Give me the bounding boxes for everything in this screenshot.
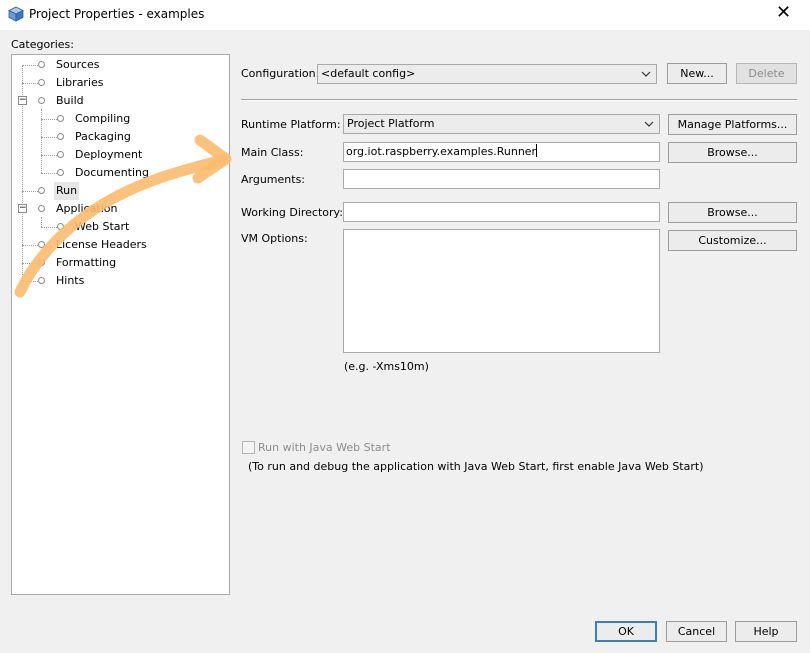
working-directory-label: Working Directory:: [241, 206, 343, 219]
text-caret: [536, 144, 538, 157]
configuration-value: <default config>: [321, 67, 416, 80]
tree-item-label: Documenting: [75, 166, 149, 179]
tree-item-label: Formatting: [56, 256, 117, 269]
tree-item-label: Run: [54, 182, 80, 200]
web-start-note: (To run and debug the application with J…: [248, 460, 704, 473]
tree-connector: [22, 65, 38, 66]
vm-options-label: VM Options:: [241, 232, 308, 245]
node-icon: [38, 187, 45, 194]
node-icon: [57, 223, 64, 230]
chevron-down-icon: [641, 71, 651, 77]
configuration-label: Configuration:: [241, 67, 320, 80]
tree-item-label: Application: [56, 202, 118, 215]
window-title: Project Properties - examples: [29, 7, 205, 21]
node-icon: [57, 133, 64, 140]
node-icon: [57, 169, 64, 176]
tree-item-label: Web Start: [75, 220, 130, 233]
tree-connector: [41, 137, 57, 138]
node-icon: [38, 241, 45, 248]
project-cube-icon: [8, 6, 24, 22]
working-directory-input[interactable]: [343, 202, 660, 222]
main-class-label: Main Class:: [241, 146, 304, 159]
help-button[interactable]: Help: [735, 621, 797, 642]
tree-connector: [22, 191, 38, 192]
main-class-input[interactable]: org.iot.raspberry.examples.Runner: [343, 142, 660, 162]
customize-vm-options-button[interactable]: Customize...: [668, 230, 797, 251]
collapse-icon[interactable]: −: [18, 204, 27, 213]
ok-button[interactable]: OK: [595, 621, 657, 642]
delete-config-button[interactable]: Delete: [736, 63, 797, 84]
browse-working-directory-button[interactable]: Browse...: [668, 202, 797, 223]
tree-item-label: Libraries: [56, 76, 104, 89]
tree-item-label: Build: [56, 94, 84, 107]
tree-connector: [41, 227, 57, 228]
collapse-icon[interactable]: −: [18, 96, 27, 105]
browse-main-class-button[interactable]: Browse...: [668, 142, 797, 163]
node-icon: [57, 115, 64, 122]
arguments-label: Arguments:: [241, 173, 306, 186]
tree-connector: [41, 119, 57, 120]
manage-platforms-button[interactable]: Manage Platforms...: [668, 114, 797, 135]
node-icon: [38, 259, 45, 266]
categories-label: Categories:: [11, 38, 74, 51]
tree-item-label: Packaging: [75, 130, 131, 143]
tree-connector: [22, 245, 38, 246]
tree-connector: [41, 217, 42, 227]
new-config-button[interactable]: New...: [667, 63, 727, 84]
runtime-platform-select[interactable]: Project Platform: [343, 114, 660, 134]
node-icon: [38, 205, 45, 212]
vm-options-textarea[interactable]: [343, 229, 660, 353]
node-icon: [38, 61, 45, 68]
node-icon: [57, 151, 64, 158]
tree-connector: [22, 281, 38, 282]
run-with-web-start-checkbox[interactable]: [242, 441, 255, 454]
tree-item-label: Sources: [56, 58, 100, 71]
tree-item-label: Deployment: [75, 148, 143, 161]
tree-item-label: License Headers: [56, 238, 147, 251]
main-class-value: org.iot.raspberry.examples.Runner: [346, 145, 537, 158]
cancel-button[interactable]: Cancel: [666, 621, 727, 642]
tree-item-label: Hints: [56, 274, 85, 287]
vm-options-hint: (e.g. -Xms10m): [344, 360, 429, 373]
separator: [241, 99, 797, 101]
configuration-select[interactable]: <default config>: [317, 64, 657, 84]
tree-connector: [22, 263, 38, 264]
categories-tree[interactable]: Sources Libraries − Build Compiling Pack…: [11, 54, 230, 595]
close-icon[interactable]: ✕: [776, 3, 791, 23]
node-icon: [38, 277, 45, 284]
node-icon: [38, 79, 45, 86]
arguments-input[interactable]: [343, 169, 660, 189]
chevron-down-icon: [644, 121, 654, 127]
title-bar: Project Properties - examples ✕: [0, 0, 810, 30]
tree-connector: [41, 173, 57, 174]
tree-item-label: Compiling: [75, 112, 131, 125]
runtime-platform-value: Project Platform: [347, 117, 435, 130]
tree-connector: [22, 83, 38, 84]
node-icon: [38, 97, 45, 104]
run-with-web-start-label: Run with Java Web Start: [258, 441, 391, 454]
tree-connector: [41, 155, 57, 156]
runtime-platform-label: Runtime Platform:: [241, 118, 341, 131]
